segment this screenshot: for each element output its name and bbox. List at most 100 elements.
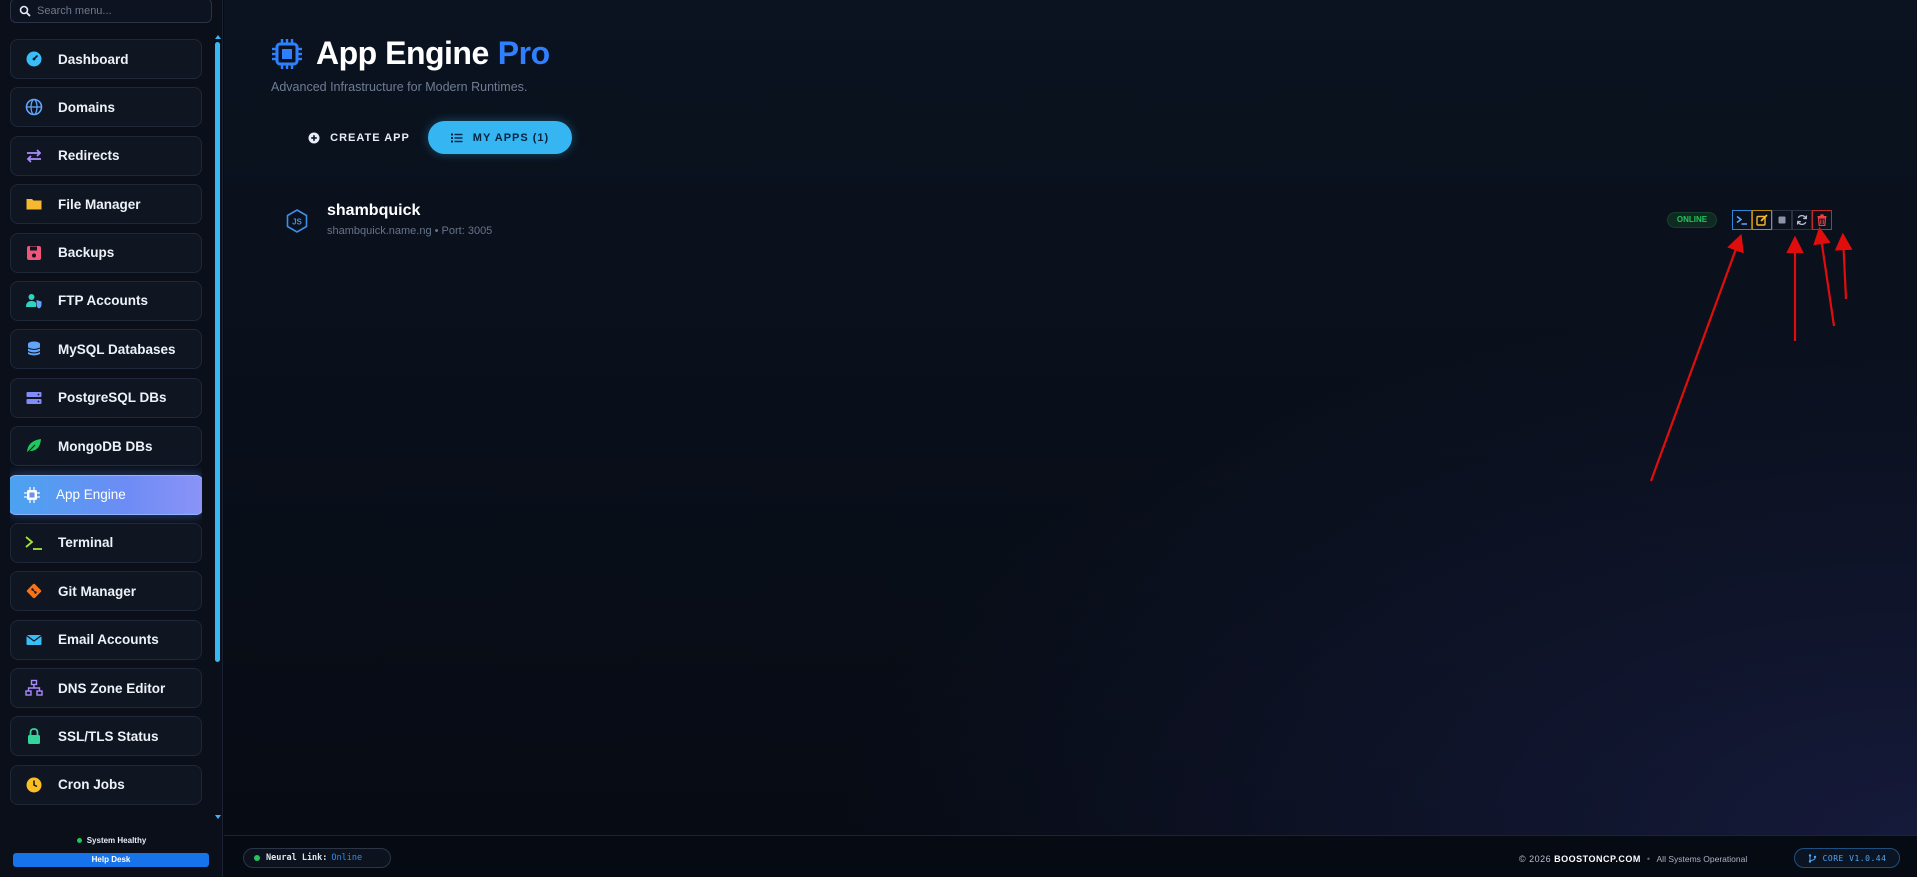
edit-app-button[interactable] (1752, 210, 1772, 230)
neural-link-value: Online (331, 853, 363, 863)
status-badge: ONLINE (1667, 212, 1717, 228)
sidebar-scrollbar[interactable] (214, 34, 220, 822)
envelope-icon (25, 631, 43, 649)
search-box[interactable] (10, 0, 212, 23)
terminal-icon (25, 534, 43, 552)
user-shield-icon (25, 292, 43, 310)
version-text: CORE V1.0.44 (1822, 853, 1887, 863)
app-name[interactable]: shambquick (327, 202, 420, 220)
page-header: App Engine Pro (270, 35, 550, 72)
scroll-up-arrow-icon[interactable] (214, 34, 222, 40)
sidebar-item-label: App Engine (56, 487, 126, 503)
sidebar-item-app-engine[interactable]: App Engine (10, 474, 202, 515)
refresh-icon (1796, 214, 1808, 226)
sidebar-item-terminal[interactable]: Terminal (10, 522, 202, 563)
tab-my-apps-label: MY APPS (1) (472, 131, 550, 144)
git-icon (25, 582, 43, 600)
sidebar-item-git-manager[interactable]: Git Manager (10, 571, 202, 612)
sidebar-item-ftp-accounts[interactable]: FTP Accounts (10, 280, 202, 321)
arrows-exchange-icon (25, 147, 43, 165)
health-text: System Healthy (86, 836, 147, 845)
plus-circle-icon (308, 132, 320, 143)
page-title-accent: Pro (497, 35, 550, 71)
sidebar-item-dashboard[interactable]: Dashboard (10, 39, 202, 79)
scroll-down-arrow-icon[interactable] (214, 814, 222, 820)
sidebar-item-label: Email Accounts (58, 632, 159, 648)
delete-app-button[interactable] (1812, 210, 1832, 230)
open-terminal-button[interactable] (1732, 210, 1752, 230)
sidebar-item-label: MongoDB DBs (58, 438, 153, 454)
sidebar-item-label: Dashboard (58, 51, 129, 67)
search-icon (19, 5, 31, 17)
svg-text:JS: JS (292, 218, 302, 227)
sidebar-item-label: Git Manager (58, 583, 137, 599)
sidebar-item-domains[interactable]: Domains (10, 87, 202, 128)
copyright: © 2026 BOOSTONCP.COM • All Systems Operati… (1519, 854, 1747, 864)
sidebar-item-backups[interactable]: Backups (10, 232, 202, 273)
sidebar-item-label: Domains (58, 99, 116, 115)
app-meta-separator: • (434, 225, 439, 237)
ops-status: All Systems Operational (1656, 854, 1748, 864)
git-branch-icon (1808, 853, 1816, 863)
sidebar-item-email-accounts[interactable]: Email Accounts (10, 619, 202, 660)
help-desk-button[interactable]: Help Desk (13, 853, 209, 867)
scrollbar-thumb[interactable] (215, 42, 220, 662)
microchip-icon (272, 38, 302, 69)
version-badge: CORE V1.0.44 (1794, 848, 1900, 868)
sidebar-item-mysql-databases[interactable]: MySQL Databases (10, 329, 202, 370)
online-dot-icon (254, 855, 260, 861)
footer-separator: • (1646, 854, 1651, 864)
sidebar-menu: Dashboard Domains Redirects File Manager Bac… (10, 39, 202, 821)
annotation-arrow-terminal (1649, 233, 1744, 482)
sidebar-item-label: FTP Accounts (58, 293, 149, 309)
main-content: App Engine Pro Advanced Infrastructure fo… (224, 0, 1917, 835)
app-port: Port: 3005 (441, 225, 493, 237)
stop-app-button[interactable] (1772, 210, 1792, 230)
page-subtitle: Advanced Infrastructure for Modern Runti… (271, 80, 528, 94)
sidebar-item-label: Terminal (58, 535, 114, 551)
sidebar-item-label: MySQL Databases (58, 341, 176, 357)
page-title: App Engine Pro (316, 35, 550, 72)
sidebar: Dashboard Domains Redirects File Manager Bac… (0, 0, 223, 877)
footer: Neural Link: Online © 2026 BOOSTONCP.COM… (224, 835, 1917, 877)
microchip-icon (23, 486, 41, 504)
stop-icon (1778, 216, 1786, 224)
sidebar-item-mongodb-dbs[interactable]: MongoDB DBs (10, 426, 202, 467)
sidebar-item-label: DNS Zone Editor (58, 680, 166, 696)
sidebar-item-redirects[interactable]: Redirects (10, 135, 202, 176)
sidebar-item-label: Backups (58, 245, 115, 261)
tab-create-app[interactable]: CREATE APP (294, 121, 424, 154)
sidebar-item-dns-zone-editor[interactable]: DNS Zone Editor (10, 668, 202, 709)
health-dot-icon (76, 838, 82, 844)
list-icon (450, 133, 463, 142)
page-title-text: App Engine (316, 35, 489, 71)
sidebar-item-ssl-tls-status[interactable]: SSL/TLS Status (10, 716, 202, 757)
sitemap-icon (25, 679, 43, 697)
terminal-icon (1736, 215, 1747, 225)
lock-icon (25, 727, 43, 745)
nodejs-icon: JS (286, 209, 308, 233)
sidebar-item-label: Cron Jobs (58, 777, 125, 793)
server-icon (25, 389, 43, 407)
folder-icon (25, 195, 43, 213)
search-input[interactable] (37, 4, 207, 17)
floppy-disk-icon (25, 244, 43, 262)
annotation-arrow-delete (1834, 232, 1853, 300)
app-domain[interactable]: shambquick.name.ng (327, 225, 432, 237)
edit-icon (1756, 214, 1768, 226)
sidebar-item-cron-jobs[interactable]: Cron Jobs (10, 764, 202, 805)
sidebar-item-postgresql-dbs[interactable]: PostgreSQL DBs (10, 377, 202, 418)
system-health-status: System Healthy (0, 836, 223, 845)
sidebar-item-label: File Manager (58, 196, 141, 212)
trash-icon (1817, 214, 1827, 226)
restart-app-button[interactable] (1792, 210, 1812, 230)
app-meta: shambquick.name.ng • Port: 3005 (327, 225, 492, 237)
brand-link[interactable]: BOOSTONCP.COM (1554, 854, 1641, 864)
tab-my-apps[interactable]: MY APPS (1) (428, 121, 572, 154)
database-icon (25, 340, 43, 358)
sidebar-item-file-manager[interactable]: File Manager (10, 184, 202, 225)
globe-icon (25, 98, 43, 116)
tab-create-app-label: CREATE APP (330, 131, 410, 144)
annotation-arrow-restart (1813, 226, 1836, 327)
app-actions (1732, 210, 1832, 230)
